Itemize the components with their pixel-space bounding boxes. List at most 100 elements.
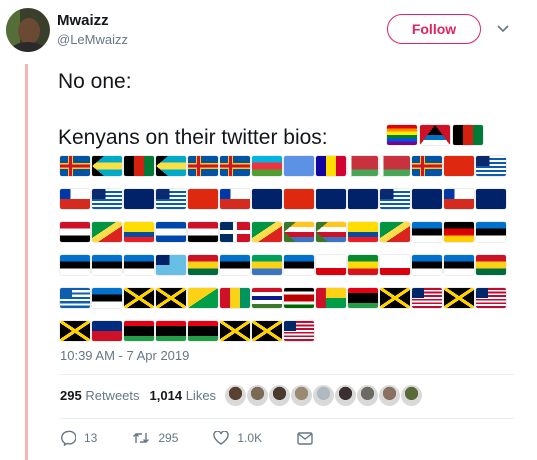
guinea-bissau-flag-icon: [316, 288, 346, 308]
british-indian-ocean-flag-icon: [380, 189, 410, 209]
jamaica-flag-icon: [156, 288, 186, 308]
virgin-islands-flag-icon: [124, 189, 154, 209]
flag-emoji-grid: [60, 156, 506, 344]
aland-flag-icon: [412, 156, 442, 176]
china-flag-icon: [284, 189, 314, 209]
rainbow-flag-icon: [387, 125, 417, 145]
gabon-flag-icon: [252, 255, 282, 275]
virgin-islands-flag-icon: [252, 189, 282, 209]
liker-1-avatar[interactable]: [225, 385, 246, 406]
andorra-flag-icon: [316, 156, 346, 176]
heart-icon: [213, 431, 230, 445]
estonia-flag-icon: [412, 222, 442, 242]
guinea-flag-icon: [220, 288, 250, 308]
inline-flag-emojis: [387, 125, 483, 145]
liker-6-avatar[interactable]: [335, 385, 356, 406]
cook-islands-flag-icon: [348, 189, 378, 209]
liker-9-avatar[interactable]: [401, 385, 422, 406]
liker-7-avatar[interactable]: [357, 385, 378, 406]
egypt-flag-icon: [60, 222, 90, 242]
message-action[interactable]: [297, 431, 313, 445]
estonia-flag-icon: [92, 288, 122, 308]
afghanistan-flag-icon: [124, 156, 154, 176]
retweet-icon: [132, 431, 150, 445]
author-name[interactable]: Mwaizz: [57, 12, 109, 29]
chile-flag-icon: [444, 189, 474, 209]
bahamas-flag-icon: [92, 156, 122, 176]
aland-flag-icon: [60, 156, 90, 176]
virgin-islands-flag-icon: [412, 189, 442, 209]
liker-5-avatar[interactable]: [313, 385, 334, 406]
retweet-action[interactable]: 295: [132, 431, 178, 445]
divider: [60, 418, 514, 419]
author-handle[interactable]: @LeMwaizz: [57, 32, 128, 47]
aland-flag-icon: [188, 156, 218, 176]
libya-flag-icon: [188, 321, 218, 341]
ecuador-flag-icon: [348, 222, 378, 242]
ecuador-flag-icon: [124, 222, 154, 242]
tweet-text-line1: No one:: [58, 70, 132, 93]
liker-avatars: [225, 385, 422, 406]
ghana-flag-icon: [476, 255, 506, 275]
chevron-down-icon[interactable]: [497, 20, 509, 36]
afghanistan-flag-icon: [453, 125, 483, 145]
liberia-flag-icon: [476, 288, 506, 308]
united-nations-flag-icon: [284, 156, 314, 176]
tweet-actions: 13 295 1.0K: [60, 430, 348, 446]
virgin-islands-flag-icon: [476, 189, 506, 209]
china-flag-icon: [444, 156, 474, 176]
gibraltar-flag-icon: [380, 255, 410, 275]
estonia-flag-icon: [220, 255, 250, 275]
jamaica-flag-icon: [60, 321, 90, 341]
reply-action[interactable]: 13: [60, 430, 97, 446]
avatar-face: [18, 18, 40, 44]
retweets-count: 295: [60, 388, 82, 403]
tweet-timestamp[interactable]: 10:39 AM - 7 Apr 2019: [60, 348, 189, 363]
ethiopia-flag-icon: [348, 255, 378, 275]
china-flag-icon: [188, 189, 218, 209]
likes-label: Likes: [185, 388, 217, 403]
belarus-flag-icon: [380, 156, 410, 176]
likes-count: 1,014: [149, 388, 183, 403]
liberia-flag-icon: [412, 288, 442, 308]
british-indian-ocean-flag-icon: [476, 156, 506, 176]
liker-4-avatar[interactable]: [291, 385, 312, 406]
retweets-label: Retweets: [85, 388, 140, 403]
jamaica-flag-icon: [380, 288, 410, 308]
comoros-flag-icon: [284, 222, 314, 242]
likes-stat[interactable]: 1,014 Likes: [150, 388, 217, 403]
jamaica-flag-icon: [124, 288, 154, 308]
estonia-flag-icon: [284, 255, 314, 275]
estonia-flag-icon: [444, 255, 474, 275]
avatar[interactable]: [6, 8, 50, 52]
congo-flag-icon: [380, 222, 410, 242]
dominican-republic-flag-icon: [220, 222, 250, 242]
tweet-text-line2: Kenyans on their twitter bios:: [58, 126, 328, 149]
germany-flag-icon: [444, 222, 474, 242]
estonia-flag-icon: [92, 255, 122, 275]
liker-3-avatar[interactable]: [269, 385, 290, 406]
liechtenstein-flag-icon: [92, 321, 122, 341]
reply-count: 13: [84, 431, 98, 445]
virgin-islands-flag-icon: [316, 189, 346, 209]
liker-8-avatar[interactable]: [379, 385, 400, 406]
british-indian-ocean-flag-icon: [156, 189, 186, 209]
estonia-flag-icon: [476, 222, 506, 242]
liker-2-avatar[interactable]: [247, 385, 268, 406]
divider: [60, 374, 514, 375]
egypt-flag-icon: [188, 222, 218, 242]
chile-flag-icon: [220, 189, 250, 209]
jamaica-flag-icon: [444, 288, 474, 308]
reply-icon: [60, 430, 76, 446]
like-action[interactable]: 1.0K: [213, 431, 262, 445]
ghana-flag-icon: [188, 255, 218, 275]
thread-line: [25, 64, 28, 460]
retweets-stat[interactable]: 295 Retweets: [60, 388, 140, 403]
follow-button[interactable]: Follow: [387, 14, 481, 44]
el-salvador-flag-icon: [156, 222, 186, 242]
congo-flag-icon: [92, 222, 122, 242]
kenya-flag-icon: [284, 288, 314, 308]
jamaica-flag-icon: [252, 321, 282, 341]
retweet-count: 295: [158, 431, 179, 445]
envelope-icon: [297, 431, 313, 445]
